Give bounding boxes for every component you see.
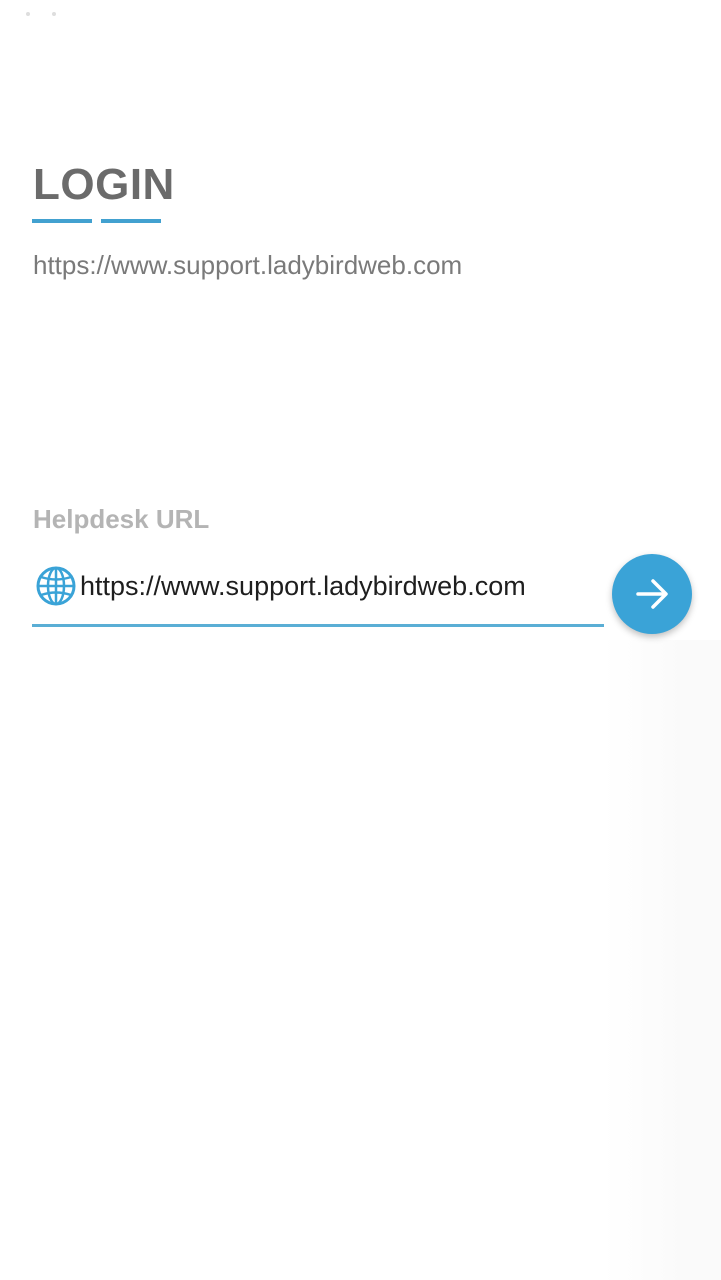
arrow-right-icon [636,579,668,609]
helpdesk-url-field[interactable] [32,556,604,627]
globe-icon [36,566,76,606]
submit-button[interactable] [612,554,692,634]
status-dot [26,12,30,16]
helpdesk-url-input[interactable] [80,566,600,606]
status-bar-indicators [26,12,56,16]
edge-shade [603,640,721,1280]
current-url-text: https://www.support.ladybirdweb.com [33,250,463,280]
title-underline-left [32,219,92,223]
helpdesk-url-label: Helpdesk URL [33,504,210,534]
status-dot [52,12,56,16]
title-underline-right [101,219,161,223]
page-title: LOGIN [33,160,175,209]
